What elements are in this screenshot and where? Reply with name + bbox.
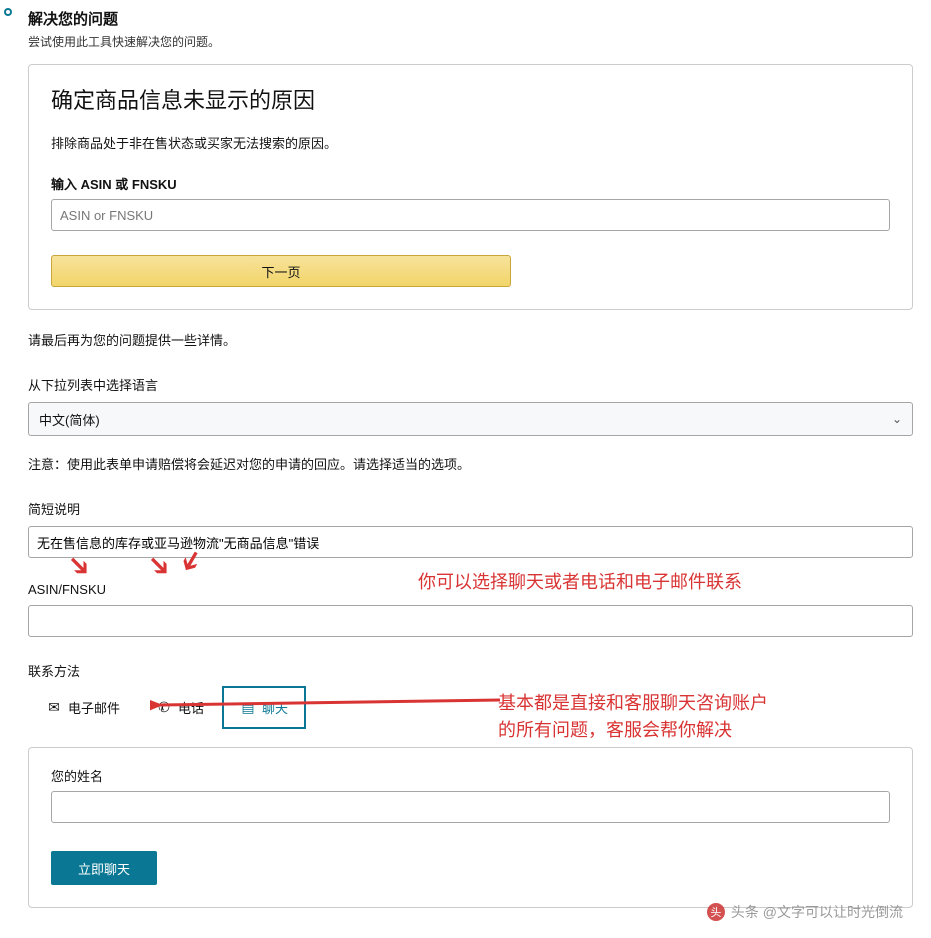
tab-email-label: 电子邮件 xyxy=(68,698,120,717)
brief-input[interactable] xyxy=(28,526,913,558)
tab-email[interactable]: ✉ 电子邮件 xyxy=(28,686,138,729)
page-title: 解决您的问题 xyxy=(28,8,913,29)
contact-tabs: ✉ 电子邮件 ✆ 电话 ▤ 聊天 xyxy=(28,686,913,729)
asin-input-label: 输入 ASIN 或 FNSKU xyxy=(51,174,890,193)
phone-icon: ✆ xyxy=(156,699,172,716)
tab-chat-label: 聊天 xyxy=(262,698,288,717)
contact-method-label: 联系方法 xyxy=(28,661,913,680)
name-input[interactable] xyxy=(51,791,890,823)
asin-label: ASIN/FNSKU xyxy=(28,582,913,597)
step-bullet xyxy=(4,8,12,16)
tab-phone[interactable]: ✆ 电话 xyxy=(138,686,222,729)
language-value: 中文(简体) xyxy=(39,410,100,429)
notice-text: 注意：使用此表单申请赔偿将会延迟对您的申请的回应。请选择适当的选项。 xyxy=(28,454,913,473)
asin-input[interactable] xyxy=(51,199,890,231)
chevron-down-icon: ⌄ xyxy=(892,412,902,426)
language-label: 从下拉列表中选择语言 xyxy=(28,375,913,394)
card-title: 确定商品信息未显示的原因 xyxy=(51,83,890,115)
diagnose-card: 确定商品信息未显示的原因 排除商品处于非在售状态或买家无法搜索的原因。 输入 A… xyxy=(28,64,913,310)
chat-card: 您的姓名 立即聊天 xyxy=(28,747,913,908)
next-button[interactable]: 下一页 xyxy=(51,255,511,287)
page-subtitle: 尝试使用此工具快速解决您的问题。 xyxy=(28,33,913,50)
tab-phone-label: 电话 xyxy=(178,698,204,717)
brief-label: 简短说明 xyxy=(28,499,913,518)
detail-prompt: 请最后再为您的问题提供一些详情。 xyxy=(28,330,913,349)
tab-chat[interactable]: ▤ 聊天 xyxy=(222,686,306,729)
card-desc: 排除商品处于非在售状态或买家无法搜索的原因。 xyxy=(51,133,890,152)
chat-icon: ▤ xyxy=(240,699,256,716)
name-label: 您的姓名 xyxy=(51,766,890,785)
language-select[interactable]: 中文(简体) ⌄ xyxy=(28,402,913,436)
asin-fnsku-input[interactable] xyxy=(28,605,913,637)
email-icon: ✉ xyxy=(46,699,62,716)
start-chat-button[interactable]: 立即聊天 xyxy=(51,851,157,885)
